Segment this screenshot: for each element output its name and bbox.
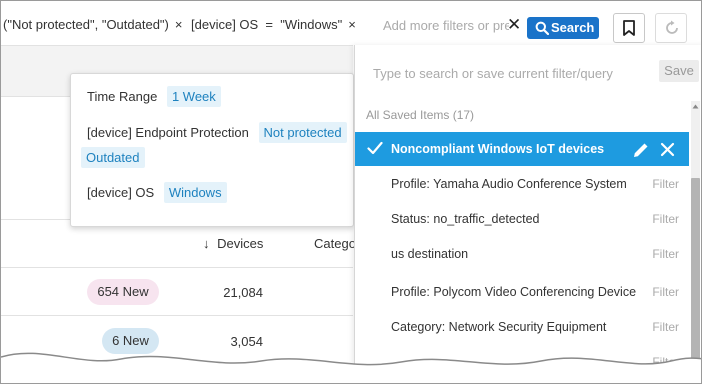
close-icon[interactable] [660,142,675,157]
value-tag: Not protected [258,122,347,143]
app-window: ("Not protected", "Outdated") × [device] … [0,0,702,384]
saved-item-label: Category: Network Security Equipment [391,320,607,334]
search-button[interactable]: Search [527,17,599,39]
saved-item[interactable]: Profile: Yamaha Audio Conference System … [355,167,689,201]
value-tag: 1 Week [166,86,221,107]
popover-row-endpoint-protection-cont: Outdated [81,147,145,168]
filter-chip-os[interactable]: [device] OS = "Windows" × [191,15,356,35]
refresh-icon [666,20,678,34]
popover-row-label: [device] Endpoint Protection [87,125,249,140]
magnifier-icon [535,21,549,35]
refresh-button[interactable] [655,13,687,43]
clear-filters-icon[interactable]: ✕ [507,15,521,35]
saved-item-label: us destination [391,247,469,261]
saved-item-label: Profile: Yamaha Audio Conference System [391,177,627,191]
filter-chip-text: [device] OS = "Windows" [191,17,343,32]
scroll-up-arrow-icon[interactable] [691,102,700,111]
filter-action-link[interactable]: Filter [652,167,679,201]
bookmark-button[interactable] [613,13,645,43]
save-button[interactable]: Save [659,60,699,82]
filter-chip-text: ("Not protected", "Outdated") [3,17,169,32]
pencil-icon[interactable] [632,141,650,159]
saved-item-selected[interactable]: Noncompliant Windows IoT devices [355,132,689,166]
filter-query-input[interactable] [371,61,645,85]
column-header-devices[interactable]: ↓ Devices [203,236,263,251]
column-header-label: Catego [314,236,356,251]
filter-action-link[interactable]: Filter [652,310,679,344]
filter-chip-endpoint-protection[interactable]: ("Not protected", "Outdated") × [3,15,182,35]
check-icon [367,141,383,155]
filter-action-link[interactable]: Filter [652,202,679,236]
bookmark-icon [623,20,635,36]
saved-item[interactable]: Profile: Polycom Video Conferencing Devi… [355,275,689,309]
saved-item[interactable]: Category: Network Security Equipment Fil… [355,310,689,344]
search-button-label: Search [551,20,595,35]
filter-summary-popover: Time Range 1 Week [device] Endpoint Prot… [70,73,354,227]
saved-item-label: Noncompliant Windows IoT devices [391,142,605,156]
popover-row-label: Time Range [87,89,158,104]
new-count-badge[interactable]: 654 New [87,279,159,305]
saved-filters-panel: Save All Saved Items (17) Noncompliant W… [354,45,701,383]
saved-item[interactable]: us destination Filter [355,237,689,271]
chip-remove-icon[interactable]: × [175,17,183,32]
saved-item[interactable]: Status: no_traffic_detected Filter [355,202,689,236]
popover-row-label: [device] OS [87,185,155,200]
divider [1,315,353,316]
saved-item-label: Status: no_traffic_detected [391,212,540,226]
sort-arrow-icon: ↓ [203,236,210,251]
popover-row-os: [device] OS Windows [87,182,227,203]
torn-edge-decoration [1,352,701,383]
saved-item-label: Profile: Polycom Video Conferencing Devi… [391,285,637,299]
divider [1,267,353,268]
filter-action-link[interactable]: Filter [652,275,679,309]
device-count-cell: 21,084 [223,285,263,300]
chip-remove-icon[interactable]: × [348,17,356,32]
add-filter-input[interactable] [381,15,511,37]
value-tag: Windows [163,182,227,203]
column-header-category[interactable]: Catego [314,236,356,251]
filter-action-link[interactable]: Filter [652,237,679,271]
column-header-label: Devices [217,236,264,251]
value-tag: Outdated [81,147,145,168]
saved-items-header: All Saved Items (17) [366,108,475,122]
popover-row-endpoint-protection: [device] Endpoint Protection Not protect… [87,122,347,143]
filter-bar: ("Not protected", "Outdated") × [device] … [1,1,701,45]
popover-row-time-range: Time Range 1 Week [87,86,221,107]
